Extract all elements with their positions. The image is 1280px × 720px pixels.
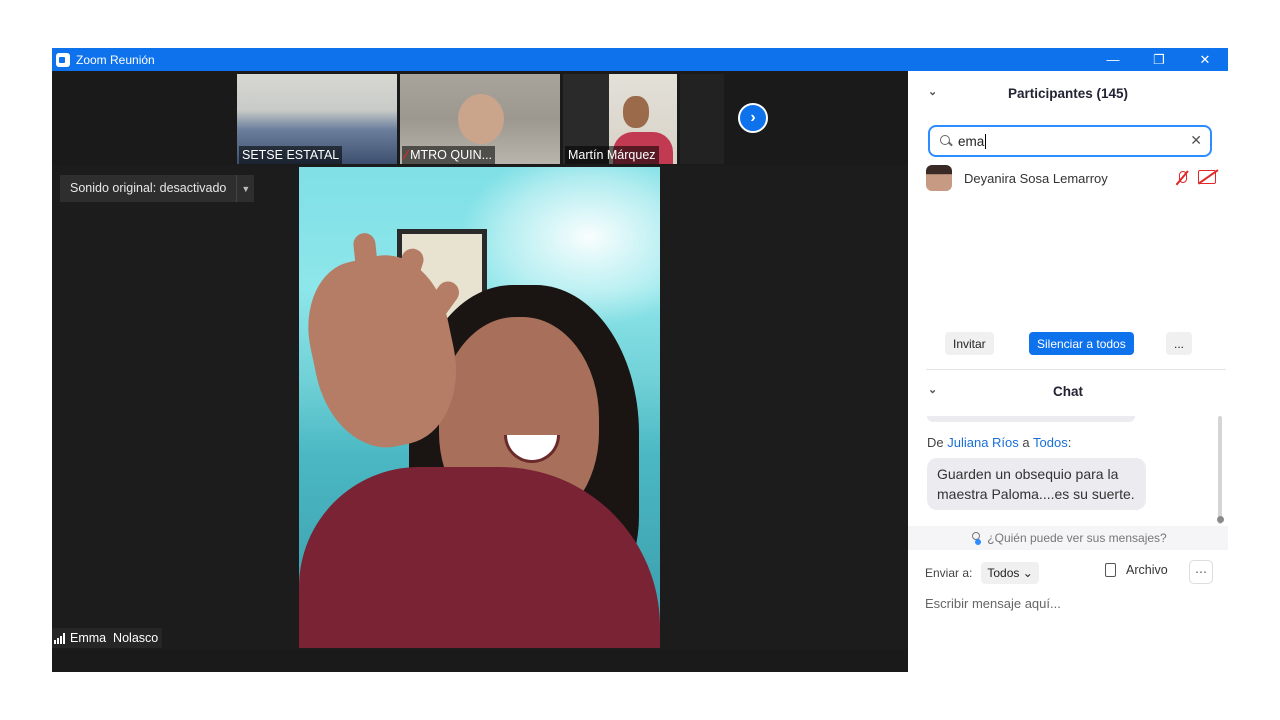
side-panel: ⌄ Participantes (145) ema ✕ Deyanira Sos…	[908, 71, 1228, 672]
message-bubble: Guarden un obsequio para la maestra Palo…	[927, 458, 1146, 510]
zoom-app-icon	[56, 52, 70, 67]
participant-search-input[interactable]: ema ✕	[928, 125, 1212, 157]
send-to-row: Enviar a: Todos ⌄ Archivo ⋯	[925, 560, 1215, 586]
close-button[interactable]: ✕	[1182, 48, 1228, 71]
send-to-select[interactable]: Todos ⌄	[981, 562, 1039, 584]
previous-message-bubble	[927, 416, 1135, 422]
video-thumbnail[interactable]: SETSE ESTATAL	[237, 74, 397, 164]
speaker-name-tag: Emma Nolasco	[52, 628, 163, 648]
video-area: SETSE ESTATAL ⁄ MTRO QUIN... Martín Márqu…	[52, 71, 908, 672]
chat-messages[interactable]: De Juliana Ríos a Todos: Guarden un obse…	[908, 416, 1228, 526]
chevron-down-icon[interactable]: ⌄	[928, 383, 937, 396]
original-sound-label: Sonido original: desactivado	[70, 181, 227, 195]
chat-more-button[interactable]: ⋯	[1189, 560, 1213, 584]
video-bottom-bar	[52, 649, 908, 672]
chat-message-input[interactable]	[925, 593, 1215, 613]
thumbnail-label: ⁄ MTRO QUIN...	[402, 146, 496, 164]
who-can-see-link[interactable]: ¿Quién puede ver sus mensajes?	[908, 526, 1228, 550]
video-off-icon	[1198, 170, 1216, 184]
more-options-button[interactable]: ...	[1166, 332, 1193, 355]
participant-face	[458, 94, 504, 144]
chat-title: Chat	[1053, 383, 1083, 399]
participant-name: Deyanira Sosa Lemarroy	[964, 170, 1108, 186]
signal-strength-icon	[54, 632, 65, 644]
minimize-button[interactable]: —	[1090, 48, 1136, 71]
section-divider	[926, 369, 1226, 370]
mic-muted-icon	[1174, 170, 1190, 186]
message-sender-line: De Juliana Ríos a Todos:	[927, 435, 1071, 450]
chevron-right-icon: ›	[750, 109, 756, 126]
who-can-see-label: ¿Quién puede ver sus mensajes?	[987, 531, 1167, 545]
file-icon	[1105, 563, 1116, 577]
participant-face	[623, 96, 649, 128]
person-icon	[969, 532, 982, 545]
thumbnail-name: MTRO QUIN...	[410, 148, 493, 162]
video-thumbnail-empty	[680, 74, 724, 164]
window-title: Zoom Reunión	[76, 52, 155, 67]
thumbnail-strip: SETSE ESTATAL ⁄ MTRO QUIN... Martín Márqu…	[52, 71, 908, 165]
speaker-name: Emma Nolasco	[70, 631, 159, 645]
chat-header: ⌄ Chat	[908, 371, 1228, 411]
chevron-down-icon[interactable]: ⌄	[928, 85, 937, 98]
active-speaker-video	[299, 167, 660, 648]
restore-button[interactable]: ❐	[1136, 48, 1182, 71]
thumbnail-name: Martín Márquez	[565, 146, 659, 164]
scrollbar-thumb[interactable]	[1217, 516, 1224, 523]
participant-row[interactable]: Deyanira Sosa Lemarroy	[926, 164, 1216, 192]
file-button[interactable]: Archivo	[1105, 563, 1168, 577]
chat-scrollbar[interactable]	[1218, 416, 1222, 524]
sender-middle: a	[1018, 435, 1033, 450]
search-icon	[940, 135, 952, 147]
chevron-down-icon: ⌄	[1022, 566, 1033, 580]
next-page-button[interactable]: ›	[738, 103, 768, 133]
title-bar: Zoom Reunión — ❐ ✕	[52, 48, 1228, 71]
zoom-window: Zoom Reunión — ❐ ✕ SETSE ESTATAL ⁄ MTRO Q…	[52, 48, 1228, 672]
mute-all-button[interactable]: Silenciar a todos	[1029, 332, 1134, 355]
caret-down-icon[interactable]: ▼	[236, 175, 254, 202]
send-to-value: Todos	[987, 566, 1020, 580]
recipient-name[interactable]: Todos	[1033, 435, 1068, 450]
sender-prefix: De	[927, 435, 948, 450]
search-value[interactable]: ema	[958, 133, 987, 149]
participants-title: Participantes (145)	[1007, 85, 1129, 101]
invite-button[interactable]: Invitar	[945, 332, 994, 355]
send-to-label: Enviar a:	[925, 566, 973, 580]
original-sound-toggle[interactable]: Sonido original: desactivado ▼	[60, 175, 255, 202]
video-thumbnail[interactable]: Martín Márquez	[563, 74, 677, 164]
thumbnail-name: SETSE ESTATAL	[239, 146, 343, 164]
avatar	[926, 165, 952, 191]
participants-header: ⌄ Participantes (145)	[908, 73, 1228, 113]
sender-suffix: :	[1067, 435, 1072, 450]
mic-muted-icon: ⁄	[405, 148, 408, 162]
file-label: Archivo	[1126, 563, 1168, 577]
clear-search-icon[interactable]: ✕	[1190, 132, 1202, 149]
participant-status-icons	[1174, 170, 1216, 186]
sender-name[interactable]: Juliana Ríos	[947, 435, 1019, 450]
video-thumbnail[interactable]: ⁄ MTRO QUIN...	[400, 74, 560, 164]
window-controls: — ❐ ✕	[1090, 48, 1228, 71]
